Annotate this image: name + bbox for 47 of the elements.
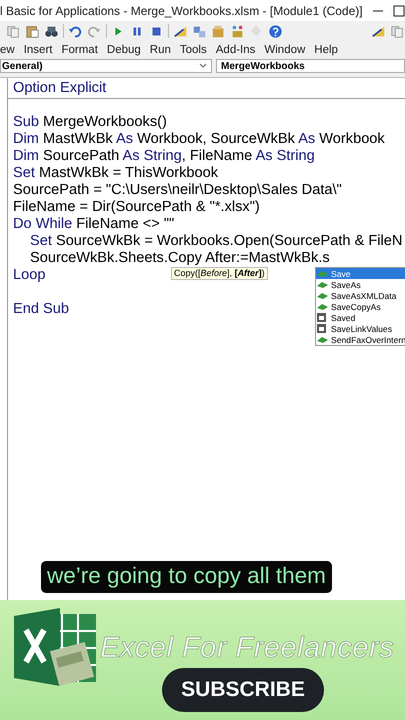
code-line: Option Explicit bbox=[13, 80, 106, 97]
toolbox-icon[interactable] bbox=[230, 24, 245, 38]
procedure-dropdown[interactable]: MergeWorkbooks bbox=[216, 59, 405, 73]
copy-icon[interactable] bbox=[6, 24, 21, 38]
undo-icon[interactable] bbox=[68, 24, 83, 38]
code-line: FileName = Dir(SourcePath & "*.xlsx") bbox=[13, 199, 260, 216]
paste-icon[interactable] bbox=[25, 24, 40, 38]
video-caption: we’re going to copy all them bbox=[41, 561, 332, 593]
menu-item[interactable]: Insert bbox=[24, 44, 52, 56]
method-icon bbox=[316, 291, 329, 300]
autocomplete-item[interactable]: SaveAsXMLData bbox=[316, 290, 405, 301]
menu-item[interactable]: Help bbox=[314, 44, 338, 56]
autocomplete-item[interactable]: SaveLinkValues bbox=[316, 323, 405, 334]
code-line: SourcePath = "C:\Users\neilr\Desktop\Sales Data\" bbox=[13, 182, 342, 199]
brand-name: Excel For Freelancers bbox=[100, 632, 394, 665]
autocomplete-item[interactable]: SaveCopyAs bbox=[316, 301, 405, 312]
autocomplete-item[interactable]: Save bbox=[316, 268, 405, 279]
parameter-tooltip: Copy([Before], [After]) bbox=[171, 267, 268, 280]
code-line: Dim MastWkBk As Workbook, SourceWkBk As Workbook bbox=[13, 131, 385, 148]
subscribe-button[interactable]: SUBSCRIBE bbox=[162, 668, 324, 712]
chevron-icon bbox=[199, 63, 207, 69]
menu-item[interactable]: Run bbox=[150, 44, 171, 56]
menu-item[interactable]: Tools bbox=[180, 44, 207, 56]
menu-item[interactable]: ew bbox=[0, 44, 15, 56]
code-line: SourceWkBk.Sheets.Copy After:=MastWkBk.s bbox=[30, 250, 330, 267]
object-dropdown[interactable]: General) bbox=[0, 59, 212, 73]
autocomplete-item[interactable]: SaveAs bbox=[316, 279, 405, 290]
method-icon bbox=[316, 302, 329, 311]
code-line: Set MastWkBk = ThisWorkbook bbox=[13, 165, 218, 182]
autocomplete-item[interactable]: SendFaxOverIntern bbox=[316, 334, 405, 345]
code-line: Do While FileName <> "" bbox=[13, 216, 174, 233]
menu-item[interactable]: Format bbox=[61, 44, 98, 56]
window-title: l Basic for Applications - Merge_Workbooks.xlsm - [Module1 (Code)] bbox=[0, 4, 363, 18]
help-icon[interactable] bbox=[268, 24, 283, 38]
code-line: Set SourceWkBk = Workbooks.Open(SourcePath & FileN bbox=[30, 233, 402, 250]
code-line: End Sub bbox=[13, 301, 69, 318]
method-icon bbox=[316, 269, 329, 278]
menu-item[interactable]: Add-Ins bbox=[216, 44, 256, 56]
project-icon[interactable] bbox=[192, 24, 207, 38]
code-line: Loop bbox=[13, 267, 46, 284]
method-icon bbox=[316, 335, 329, 344]
code-line: Sub MergeWorkbooks() bbox=[13, 114, 167, 131]
binoculars-icon[interactable] bbox=[44, 24, 59, 38]
menu-item[interactable]: Window bbox=[264, 44, 306, 56]
menu-item[interactable]: Debug bbox=[106, 44, 141, 56]
code-line: Dim SourcePath As String, FileName As String bbox=[13, 148, 315, 165]
autocomplete-item[interactable]: Saved bbox=[316, 312, 405, 323]
